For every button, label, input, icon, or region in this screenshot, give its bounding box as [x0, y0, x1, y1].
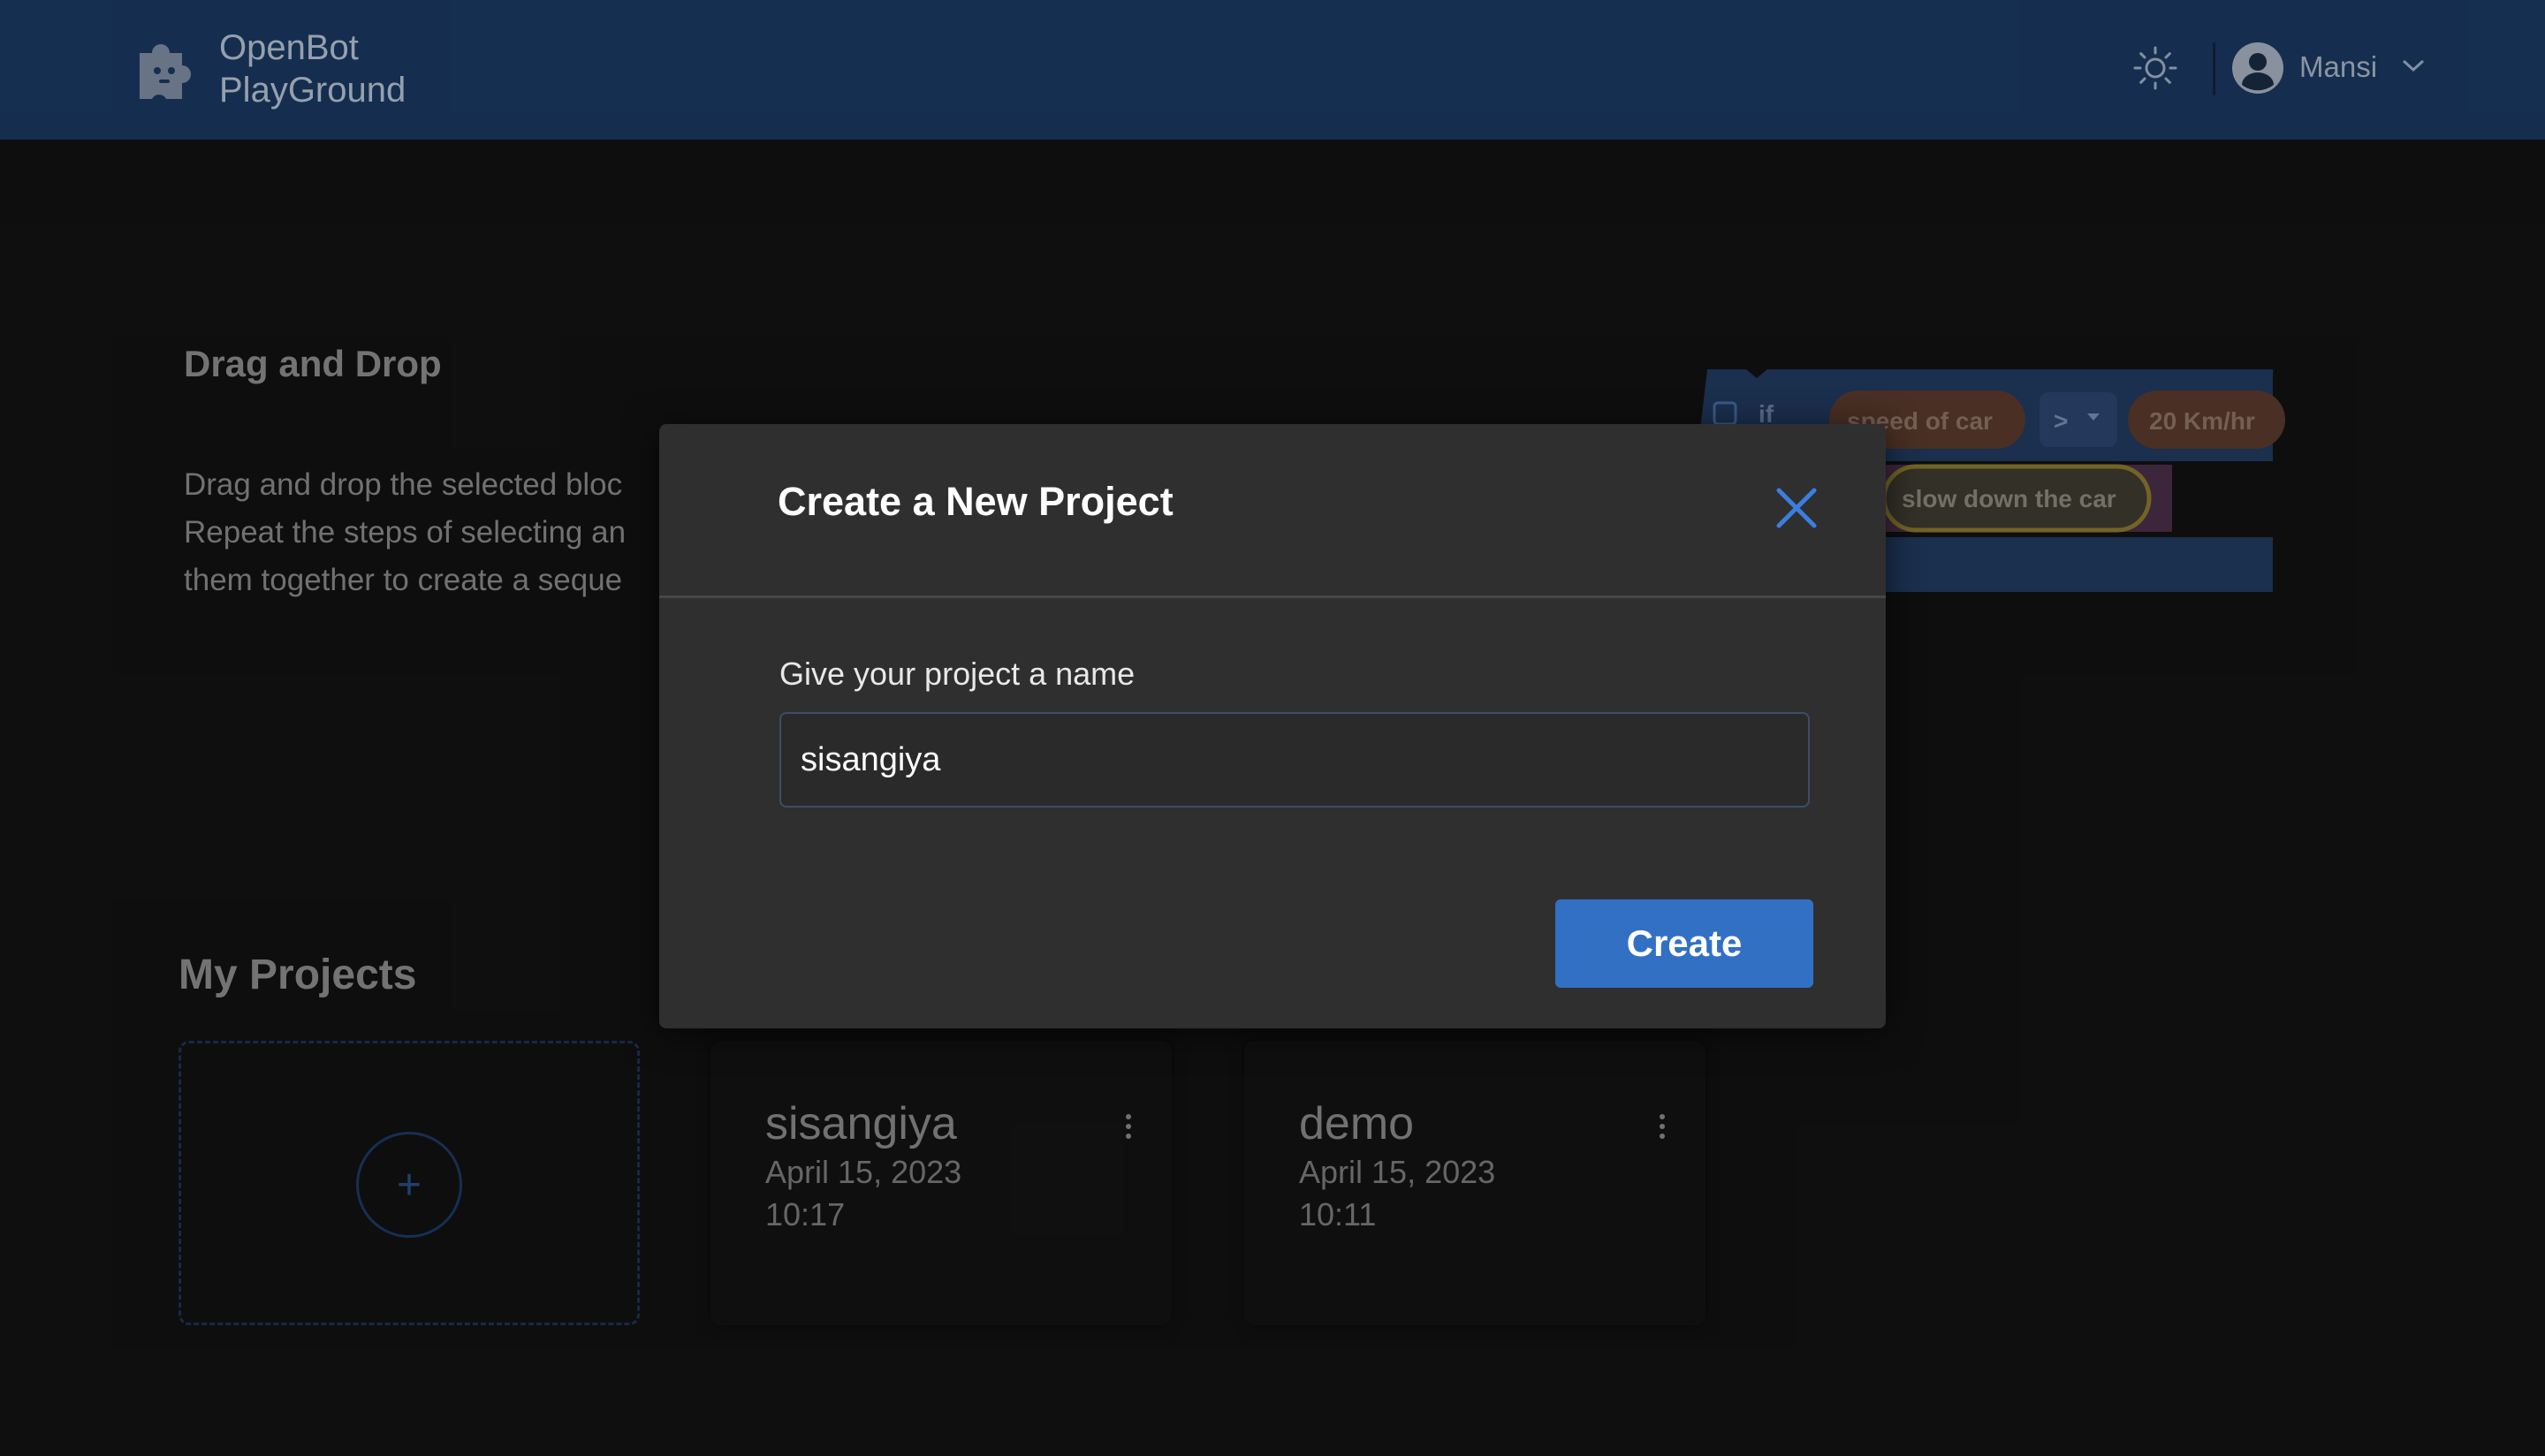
project-name-input[interactable] [779, 712, 1810, 808]
dialog-divider [659, 595, 1886, 598]
create-button[interactable]: Create [1555, 899, 1813, 988]
dialog-title: Create a New Project [778, 479, 1174, 524]
create-project-dialog: Create a New Project Give your project a… [659, 424, 1886, 1028]
project-name-label: Give your project a name [779, 656, 1136, 692]
close-icon[interactable] [1774, 486, 1819, 530]
